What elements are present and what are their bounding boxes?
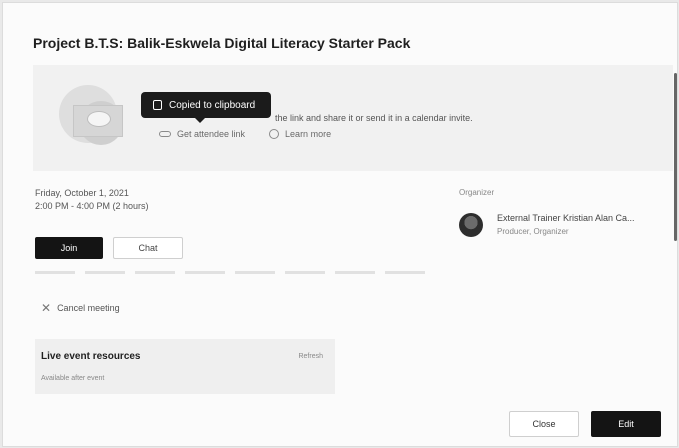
- share-links: Get attendee link Learn more: [159, 129, 331, 139]
- organizer-name[interactable]: External Trainer Kristian Alan Ca...: [497, 213, 635, 223]
- divider: [35, 271, 435, 274]
- link-icon: [159, 131, 171, 137]
- dialog-title: Project B.T.S: Balik-Eskwela Digital Lit…: [33, 35, 411, 51]
- cancel-meeting-label: Cancel meeting: [57, 303, 120, 313]
- event-date: Friday, October 1, 2021: [35, 188, 129, 198]
- resources-note: Available after event: [41, 375, 105, 382]
- scrollbar[interactable]: [674, 73, 677, 241]
- copied-tooltip: Copied to clipboard: [141, 92, 271, 123]
- tooltip-text: Copied to clipboard: [169, 99, 256, 111]
- close-icon: ✕: [41, 301, 52, 315]
- organizer-label: Organizer: [459, 188, 495, 197]
- avatar: [459, 213, 483, 237]
- copy-icon: [153, 100, 162, 110]
- info-icon: [269, 129, 280, 139]
- resources-title: Live event resources: [41, 351, 141, 362]
- chat-button[interactable]: Chat: [113, 237, 183, 259]
- close-button[interactable]: Close: [509, 411, 579, 437]
- organizer-role: Producer, Organizer: [497, 227, 569, 236]
- invite-illustration: [53, 75, 133, 155]
- learn-more-link[interactable]: Learn more: [285, 129, 331, 139]
- meeting-details-dialog: Project B.T.S: Balik-Eskwela Digital Lit…: [2, 2, 678, 447]
- get-attendee-link[interactable]: Get attendee link: [177, 129, 245, 139]
- refresh-button[interactable]: Refresh: [298, 353, 323, 360]
- cancel-meeting-button[interactable]: ✕ Cancel meeting: [41, 301, 120, 315]
- live-event-resources-card: Live event resources Refresh Available a…: [35, 339, 335, 394]
- event-time: 2:00 PM - 4:00 PM (2 hours): [35, 201, 149, 211]
- envelope-seal: [87, 111, 111, 127]
- share-instruction: the link and share it or send it in a ca…: [275, 113, 473, 123]
- edit-button[interactable]: Edit: [591, 411, 661, 437]
- join-button[interactable]: Join: [35, 237, 103, 259]
